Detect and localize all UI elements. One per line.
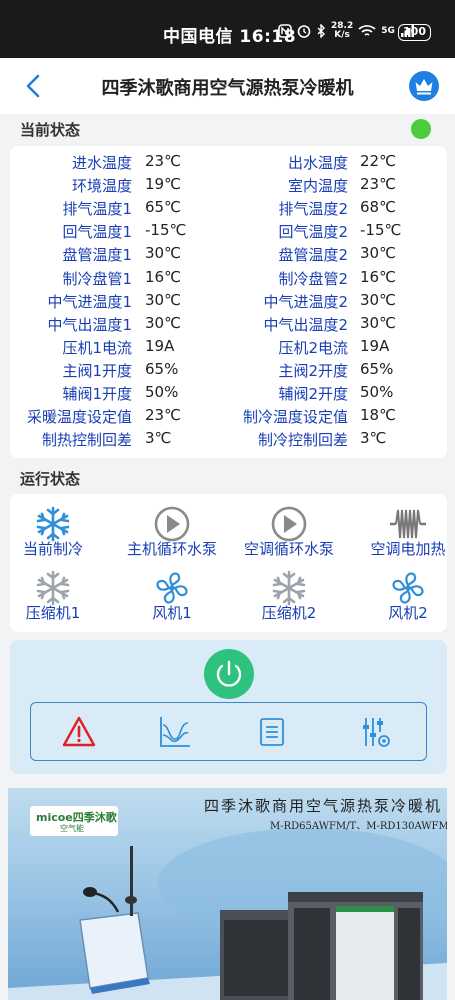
param-value: 68℃ (360, 198, 396, 217)
product-banner: micoe四季沐歌 空气能 四季沐歌商用空气源热泵冷暖机 M-RD65AWFM/… (8, 788, 447, 1000)
param-value: 23℃ (360, 175, 396, 194)
current-status-card: 进水温度 23℃ 出水温度 22℃ 环境温度 19℃ 室内温度 23℃ 排气温度1 65℃ 排气温度… (10, 146, 447, 458)
param-value: 30℃ (145, 290, 181, 309)
run-status-label: 空调循环水泵 (243, 540, 334, 558)
param-value: 30℃ (145, 244, 181, 263)
power-button[interactable] (204, 649, 254, 699)
network-type: 5G (381, 26, 395, 36)
page-title: 四季沐歌商用空气源热泵冷暖机 (101, 78, 354, 99)
param-value: -15℃ (360, 221, 402, 240)
param-value: 65% (360, 359, 394, 378)
run-status-title: 运行状态 (20, 470, 81, 488)
current-status-title: 当前状态 (20, 121, 81, 139)
param-label: 中气出温度1 (47, 315, 132, 334)
system-status-bar: 中国电信 16:18 28.2 K/s 5G 100 (0, 0, 455, 58)
param-label: 制冷盘管1 (62, 269, 132, 288)
run-status-label: 压缩机2 (261, 604, 317, 622)
param-label: 制冷盘管2 (278, 269, 348, 288)
param-value: 30℃ (360, 244, 396, 263)
nfc-icon (278, 24, 292, 38)
param-label: 环境温度 (71, 177, 132, 196)
run-status-label: 风机2 (388, 604, 428, 622)
alarm-clock-icon (297, 25, 311, 38)
param-label: 室内温度 (287, 177, 348, 196)
param-label: 主阀1开度 (62, 361, 132, 380)
param-label: 制冷控制回差 (257, 431, 348, 450)
param-value: 23℃ (145, 152, 181, 170)
param-label: 中气进温度1 (47, 292, 132, 311)
banner-models: M-RD65AWFM/T、M-RD130AWFM/T (270, 821, 447, 832)
param-value: 16℃ (145, 267, 181, 286)
param-label: 进水温度 (71, 154, 132, 172)
param-label: 中气进温度2 (263, 292, 348, 311)
run-status-label: 空调电加热 (370, 540, 446, 558)
param-value: 65% (145, 359, 179, 378)
param-label: 压机1电流 (62, 338, 132, 357)
param-value: 16℃ (360, 267, 396, 286)
param-value: 19℃ (145, 175, 181, 194)
param-value: 50% (360, 383, 394, 401)
settings-sliders-icon[interactable] (358, 715, 392, 749)
param-value: -15℃ (145, 221, 187, 240)
param-value: 3℃ (145, 429, 172, 448)
param-value: 65℃ (145, 198, 181, 217)
param-label: 回气温度2 (278, 223, 348, 242)
param-value: 23℃ (145, 406, 181, 425)
param-value: 18℃ (360, 406, 396, 425)
param-value: 30℃ (360, 313, 396, 332)
param-label: 出水温度 (287, 154, 348, 172)
param-label: 采暖温度设定值 (26, 408, 132, 427)
param-label: 制冷温度设定值 (242, 408, 348, 427)
param-value: 19A (360, 336, 390, 355)
param-value: 30℃ (360, 290, 396, 309)
banner-title: 四季沐歌商用空气源热泵冷暖机 (204, 797, 443, 815)
run-status-label: 风机1 (152, 604, 192, 622)
carrier-time: 中国电信 16:18 (163, 27, 297, 47)
run-status-label: 当前制冷 (22, 540, 83, 558)
vip-button[interactable] (409, 71, 439, 101)
param-label: 排气温度2 (278, 200, 348, 219)
alarm-icon[interactable] (62, 715, 96, 749)
crown-icon (415, 79, 433, 95)
param-label: 排气温度1 (62, 200, 132, 219)
param-label: 压机2电流 (278, 338, 348, 357)
status-icons: 28.2 K/s 5G (278, 22, 414, 40)
power-icon (216, 660, 242, 687)
brand-logo: micoe四季沐歌 空气能 (30, 806, 118, 836)
param-value: 50% (145, 383, 179, 401)
param-value: 30℃ (145, 313, 181, 332)
list-icon[interactable] (255, 715, 289, 749)
param-value: 19A (145, 336, 175, 355)
control-panel (10, 640, 447, 774)
param-label: 回气温度1 (62, 223, 132, 242)
tool-bar (30, 702, 427, 761)
param-label: 制热控制回差 (41, 431, 132, 450)
bluetooth-icon (317, 24, 325, 38)
run-status-label: 压缩机1 (25, 604, 81, 622)
param-value: 22℃ (360, 152, 396, 170)
run-status-card: 当前制冷 主机循环水泵 空调循环水泵 空调电加热压缩机1 风机1 压缩机2 风机2 (10, 494, 447, 632)
curve-chart-icon[interactable] (158, 715, 192, 749)
param-label: 辅阀1开度 (62, 385, 132, 403)
param-value: 3℃ (360, 429, 387, 448)
param-label: 盘管温度2 (278, 246, 348, 265)
param-label: 盘管温度1 (62, 246, 132, 265)
param-label: 中气出温度2 (263, 315, 348, 334)
battery-level: 100 (398, 24, 431, 41)
network-speed: 28.2 K/s (331, 21, 354, 40)
app-header: 四季沐歌商用空气源热泵冷暖机 (0, 58, 455, 114)
param-label: 辅阀2开度 (278, 385, 348, 403)
run-status-label: 主机循环水泵 (126, 540, 217, 558)
param-label: 主阀2开度 (278, 361, 348, 380)
online-indicator (411, 119, 431, 139)
wifi-icon (358, 25, 376, 36)
